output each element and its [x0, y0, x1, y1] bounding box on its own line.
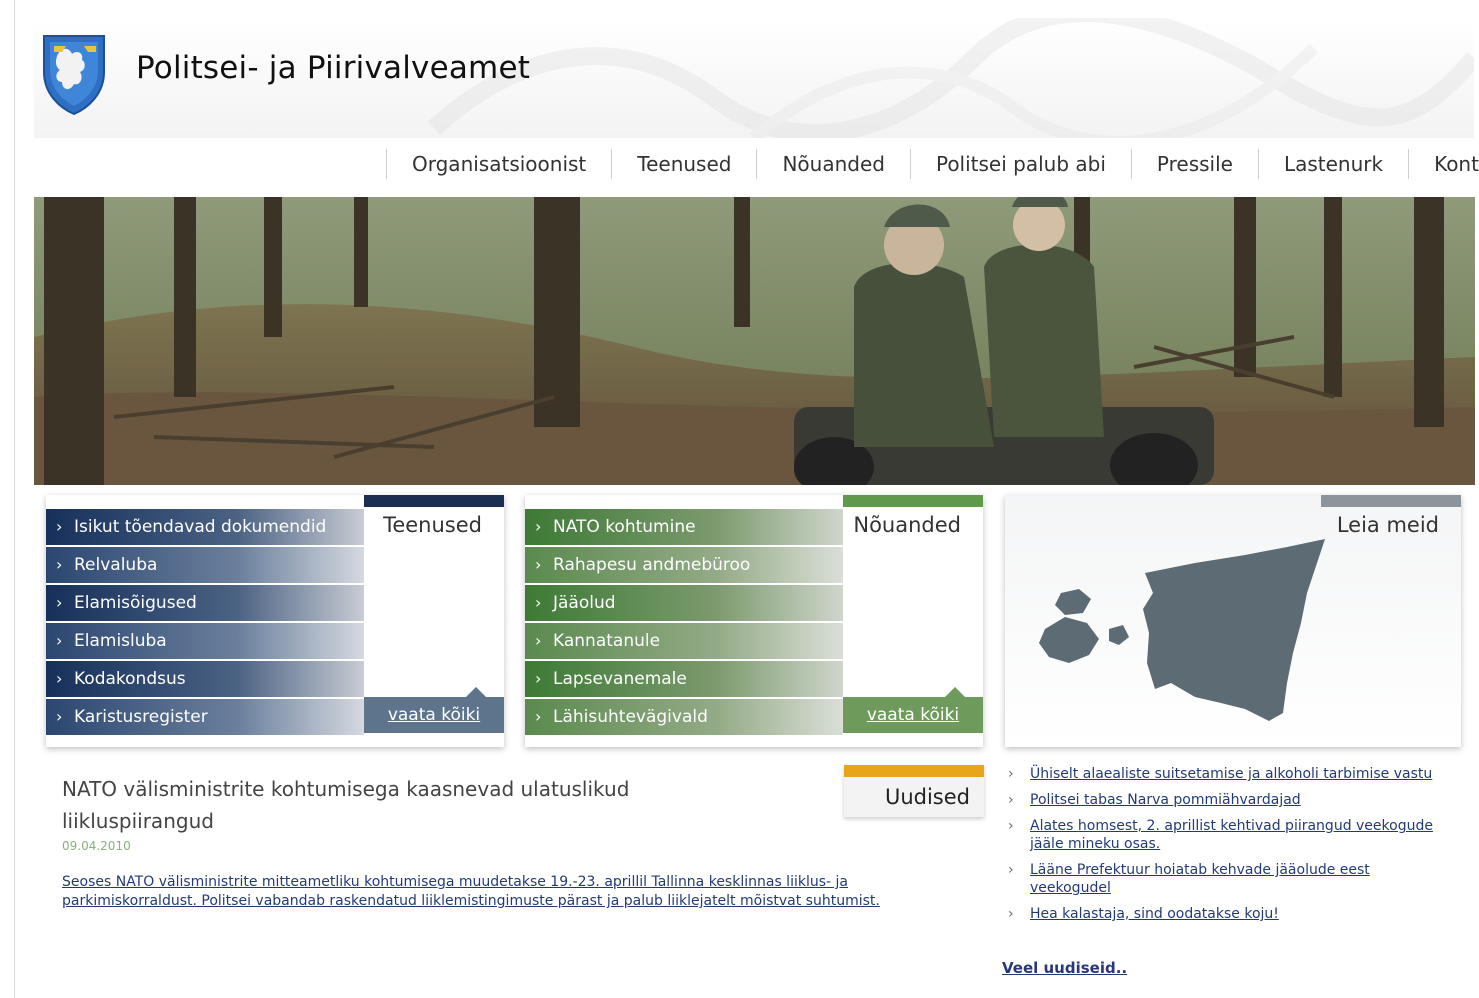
- nav-lastenurk[interactable]: Lastenurk: [1257, 149, 1408, 179]
- service-item-kodakondsus[interactable]: › Kodakondsus: [46, 661, 364, 699]
- side-news-list: › Ühiselt alaealiste suitsetamise ja alko…: [1006, 765, 1446, 931]
- side-news-link[interactable]: Hea kalastaja, sind oodatakse koju!: [1030, 906, 1279, 922]
- service-item-label: Isikut tõendavad dokumendid: [74, 517, 327, 537]
- chevron-right-icon: ›: [56, 707, 63, 726]
- advice-title: Nõuanded: [853, 513, 961, 537]
- chevron-right-icon: ›: [1008, 792, 1014, 808]
- news-body-link[interactable]: Seoses NATO välisministrite mitteametlik…: [62, 873, 972, 911]
- chevron-right-icon: ›: [535, 707, 542, 726]
- side-news-link[interactable]: Lääne Prefektuur hoiatab kehvade jääolud…: [1030, 862, 1370, 896]
- chevron-right-icon: ›: [1008, 906, 1014, 922]
- services-list: › Isikut tõendavad dokumendid › Relvaluba …: [46, 509, 364, 737]
- advice-item-kannatanule[interactable]: › Kannatanule: [525, 623, 843, 661]
- advice-panel: Nõuanded › NATO kohtumine › Rahapesu andme…: [525, 495, 983, 747]
- nav-pressile[interactable]: Pressile: [1130, 149, 1258, 179]
- service-item-label: Relvaluba: [74, 555, 158, 575]
- chevron-right-icon: ›: [1008, 862, 1014, 878]
- find-us-panel[interactable]: Leia meid: [1005, 495, 1461, 747]
- find-us-title: Leia meid: [1336, 513, 1439, 537]
- nav-politsei-palub-abi[interactable]: Politsei palub abi: [909, 149, 1131, 179]
- side-news-item: › Politsei tabas Narva pommiähvardajad: [1006, 791, 1446, 809]
- services-panel: Teenused › Isikut tõendavad dokumendid › R…: [46, 495, 504, 747]
- service-item-label: Karistusregister: [74, 707, 208, 727]
- side-news-link[interactable]: Ühiselt alaealiste suitsetamise ja alkoh…: [1030, 766, 1432, 782]
- more-news-link[interactable]: Veel uudiseid..: [1002, 959, 1127, 977]
- news-tab-label: Uudised: [884, 785, 970, 809]
- advice-item-label: Jääolud: [553, 593, 616, 613]
- service-item-isikut-toendavad-dokumendid[interactable]: › Isikut tõendavad dokumendid: [46, 509, 364, 547]
- advice-item-label: NATO kohtumine: [553, 517, 696, 537]
- service-item-label: Elamisluba: [74, 631, 167, 651]
- side-news-link[interactable]: Alates homsest, 2. aprillist kehtivad pi…: [1030, 818, 1433, 852]
- chevron-right-icon: ›: [535, 517, 542, 536]
- advice-item-jaaolud[interactable]: › Jääolud: [525, 585, 843, 623]
- chevron-right-icon: ›: [56, 669, 63, 688]
- hero-forest-scene: [34, 197, 1475, 485]
- service-item-label: Kodakondsus: [74, 669, 186, 689]
- chevron-right-icon: ›: [535, 555, 542, 574]
- chevron-right-icon: ›: [56, 631, 63, 650]
- coat-of-arms-logo[interactable]: [40, 32, 108, 116]
- chevron-right-icon: ›: [1008, 818, 1014, 834]
- chevron-right-icon: ›: [535, 631, 542, 650]
- chevron-right-icon: ›: [1008, 766, 1014, 782]
- advice-list: › NATO kohtumine › Rahapesu andmebüroo › Jä…: [525, 509, 843, 737]
- side-news-item: › Alates homsest, 2. aprillist kehtivad p…: [1006, 817, 1446, 853]
- advice-item-rahapesu-andmeburoo[interactable]: › Rahapesu andmebüroo: [525, 547, 843, 585]
- service-item-karistusregister[interactable]: › Karistusregister: [46, 699, 364, 737]
- service-item-elamisluba[interactable]: › Elamisluba: [46, 623, 364, 661]
- advice-item-nato-kohtumine[interactable]: › NATO kohtumine: [525, 509, 843, 547]
- find-us-accent-bar: [1321, 495, 1461, 507]
- advice-item-label: Rahapesu andmebüroo: [553, 555, 751, 575]
- services-title: Teenused: [383, 513, 482, 537]
- hero-image: [34, 197, 1475, 485]
- nav-kontakt[interactable]: Kontakt: [1408, 149, 1479, 179]
- advice-see-all-link[interactable]: vaata kõiki: [843, 687, 983, 733]
- side-news-item: › Hea kalastaja, sind oodatakse koju!: [1006, 905, 1446, 923]
- chevron-right-icon: ›: [56, 517, 63, 536]
- advice-item-label: Kannatanule: [553, 631, 661, 651]
- side-news-item: › Ühiselt alaealiste suitsetamise ja alko…: [1006, 765, 1446, 783]
- chevron-right-icon: ›: [535, 669, 542, 688]
- news-headline[interactable]: NATO välisministrite kohtumisega kaasnev…: [62, 773, 662, 837]
- advice-item-lapsevanemale[interactable]: › Lapsevanemale: [525, 661, 843, 699]
- site-title[interactable]: Politsei- ja Piirivalveamet: [136, 50, 530, 86]
- news-section: Uudised NATO välisministrite kohtumisega…: [46, 765, 984, 925]
- side-news-item: › Lääne Prefektuur hoiatab kehvade jääolu…: [1006, 861, 1446, 897]
- service-item-elamisoigused[interactable]: › Elamisõigused: [46, 585, 364, 623]
- service-item-relvaluba[interactable]: › Relvaluba: [46, 547, 364, 585]
- header-ornament: [427, 18, 1474, 138]
- chevron-right-icon: ›: [535, 593, 542, 612]
- advice-item-lahisuhtevagivald[interactable]: › Lähisuhtevägivald: [525, 699, 843, 737]
- advice-accent-bar: [843, 495, 983, 507]
- advice-item-label: Lapsevanemale: [553, 669, 687, 689]
- main-nav: Organisatsioonist Teenused Nõuanded Poli…: [386, 146, 1479, 182]
- advice-item-label: Lähisuhtevägivald: [553, 707, 708, 727]
- news-date: 09.04.2010: [62, 839, 131, 853]
- chevron-right-icon: ›: [56, 555, 63, 574]
- nav-organisatsioonist[interactable]: Organisatsioonist: [386, 149, 611, 179]
- nav-nouanded[interactable]: Nõuanded: [756, 149, 910, 179]
- nav-teenused[interactable]: Teenused: [611, 149, 756, 179]
- news-accent-bar: [844, 765, 984, 777]
- service-item-label: Elamisõigused: [74, 593, 197, 613]
- chevron-right-icon: ›: [56, 593, 63, 612]
- estonia-map-icon[interactable]: [1025, 533, 1345, 733]
- services-accent-bar: [364, 495, 504, 507]
- news-tab: Uudised: [844, 765, 984, 817]
- services-see-all-link[interactable]: vaata kõiki: [364, 687, 504, 733]
- side-news-link[interactable]: Politsei tabas Narva pommiähvardajad: [1030, 792, 1301, 808]
